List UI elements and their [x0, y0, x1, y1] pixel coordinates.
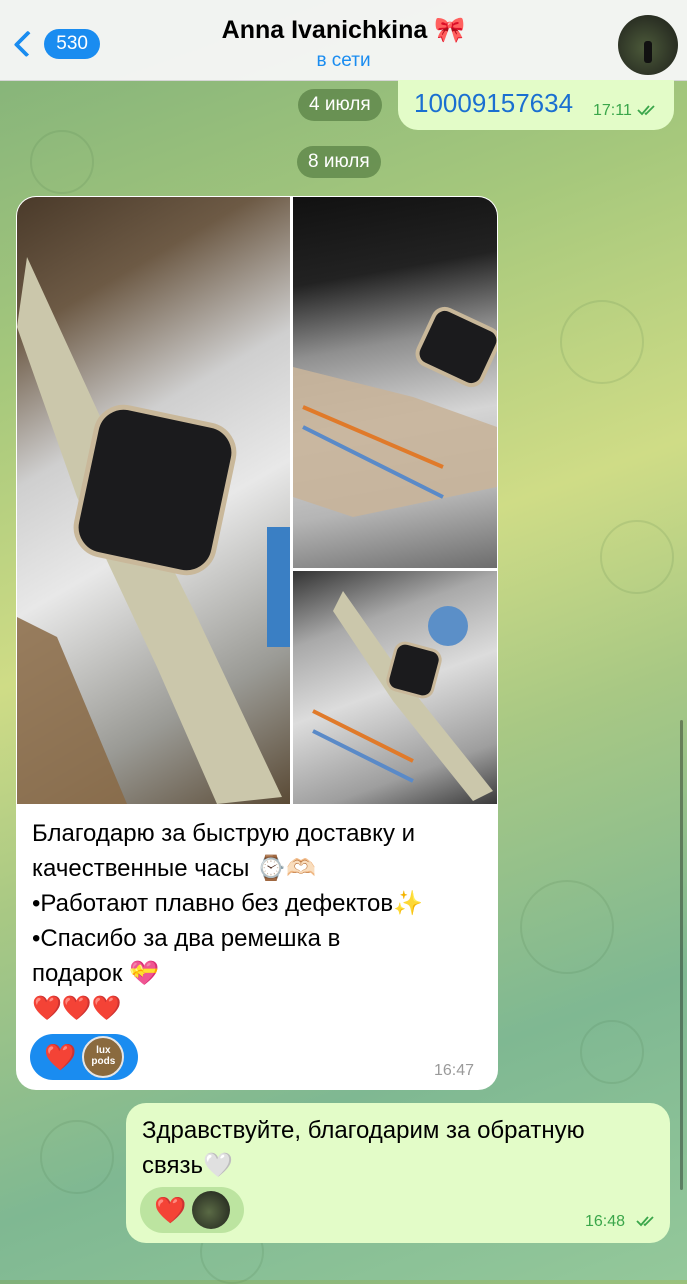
message-line: ❤️❤️❤️: [32, 995, 122, 1022]
photo-watch-croc-strap[interactable]: [17, 197, 290, 804]
photo-watch-trail-loop[interactable]: [293, 197, 497, 568]
chat-header: 530 Anna Ivanichkina 🎀 в сети: [0, 0, 687, 81]
doodle-circle: [560, 300, 644, 384]
message-line: качественные часы ⌚🫶🏻: [32, 855, 316, 882]
message-line: •Работают плавно без дефектов✨: [32, 890, 423, 917]
message-text: Благодарю за быструю доставку и качестве…: [32, 816, 492, 1026]
date-separator: 8 июля: [297, 146, 381, 178]
avatar-logo-text: pods: [91, 1056, 116, 1067]
date-separator: 4 июля: [298, 89, 382, 121]
heart-reaction-icon: ❤️: [44, 1041, 77, 1072]
back-button[interactable]: 530: [10, 26, 100, 62]
message-line: Благодарю за быструю доставку и: [32, 820, 416, 847]
watch-illustration: [17, 257, 290, 804]
doodle-circle: [40, 1120, 114, 1194]
message-text: 10009157634: [414, 88, 574, 118]
doodle-circle: [520, 880, 614, 974]
unread-count-badge: 530: [44, 29, 100, 59]
reactor-avatar: [192, 1191, 231, 1229]
outgoing-message-number[interactable]: 10009157634 17:11: [398, 80, 674, 130]
reaction-pill[interactable]: ❤️ lux pods: [30, 1034, 138, 1080]
contact-name[interactable]: Anna Ivanichkina 🎀: [140, 16, 547, 45]
watch-illustration: [293, 306, 497, 517]
contact-status: в сети: [316, 50, 371, 71]
doodle-circle: [30, 130, 94, 194]
message-line: связь🤍: [142, 1152, 233, 1179]
avatar-logo-text: lux: [96, 1045, 111, 1056]
scroll-indicator[interactable]: [680, 720, 683, 1190]
reaction-pill[interactable]: ❤️: [140, 1187, 244, 1233]
doodle-circle: [580, 1020, 644, 1084]
incoming-message-review[interactable]: Благодарю за быструю доставку и качестве…: [16, 196, 498, 1090]
heart-reaction-icon: ❤️: [154, 1194, 187, 1225]
message-time: 16:48: [585, 1213, 626, 1230]
double-check-icon: [637, 105, 655, 116]
reactor-avatar: lux pods: [82, 1036, 125, 1078]
chevron-left-icon: [13, 30, 41, 58]
doodle-circle: [600, 520, 674, 594]
photo-watch-box[interactable]: [293, 571, 497, 804]
message-line: •Спасибо за два ремешка в: [32, 925, 341, 952]
contact-avatar[interactable]: [618, 15, 678, 75]
outgoing-message-reply[interactable]: Здравствуйте, благодарим за обратную свя…: [126, 1103, 670, 1243]
message-line: Здравствуйте, благодарим за обратную: [142, 1117, 585, 1144]
message-time: 17:11: [593, 102, 632, 119]
double-check-icon: [636, 1216, 654, 1227]
message-line: подарок 💝: [32, 960, 159, 987]
message-time: 16:47: [434, 1062, 475, 1079]
watch-illustration: [312, 591, 493, 801]
